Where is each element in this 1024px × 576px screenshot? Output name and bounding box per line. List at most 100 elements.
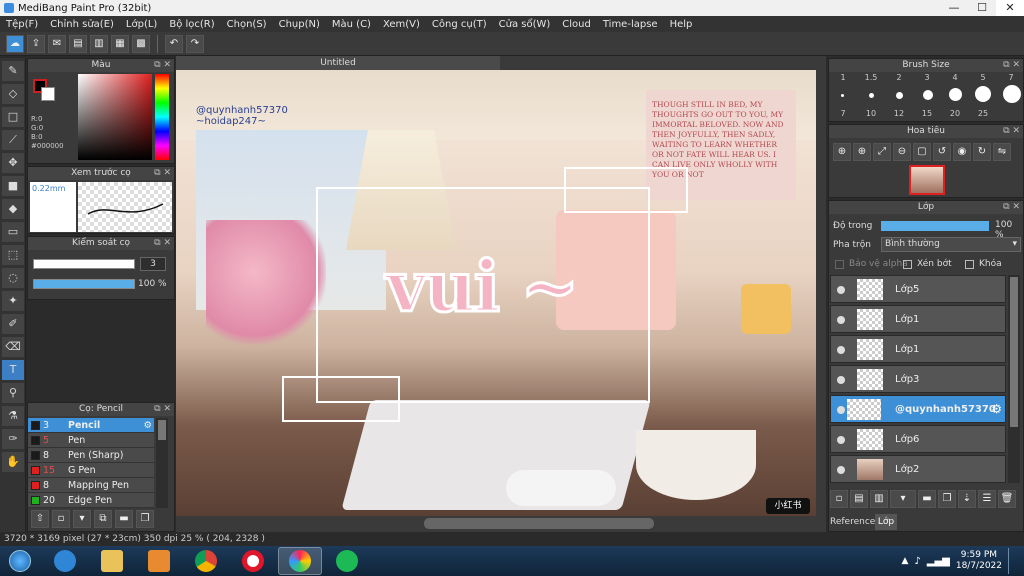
clock[interactable]: 9:59 PM 18/7/2022 <box>956 550 1002 572</box>
layer-row[interactable]: Lớp1 <box>830 305 1006 333</box>
brush-item[interactable]: 5 Pen <box>28 433 154 448</box>
bucket-icon[interactable]: ◆ <box>2 199 24 219</box>
hue-slider[interactable] <box>155 74 169 160</box>
start-button[interactable] <box>0 547 40 575</box>
fill-rect-icon[interactable]: ■ <box>2 176 24 196</box>
taskbar-item-explorer[interactable] <box>90 547 134 575</box>
zoom-in-icon[interactable]: ⊕ <box>833 143 851 161</box>
line-tool-icon[interactable]: ⟋ <box>2 130 24 150</box>
layer-row[interactable]: Lớp2 <box>830 455 1006 483</box>
panel-close-icon[interactable]: ⧉ ✕ <box>154 403 171 416</box>
upload-icon[interactable]: ⇧ <box>31 510 49 528</box>
eye-icon[interactable] <box>837 376 845 384</box>
show-desktop-button[interactable] <box>1008 548 1018 574</box>
layer-settings-icon[interactable]: ☰ <box>978 490 996 508</box>
size-option[interactable]: 15 <box>915 109 939 118</box>
brush-size-slider[interactable] <box>33 259 135 269</box>
zoom-fit-icon[interactable]: ⊕ <box>853 143 871 161</box>
tab-layer[interactable]: Lớp <box>875 514 897 530</box>
undo-icon[interactable]: ↶ <box>165 34 183 53</box>
speaker-icon[interactable]: ♪ <box>914 556 920 567</box>
brush-list-scrollbar[interactable] <box>156 418 168 508</box>
comment-icon[interactable]: ✉ <box>48 34 66 53</box>
copy-brush-icon[interactable]: ⧉ <box>94 510 112 528</box>
cloud-icon[interactable]: ☁ <box>6 34 24 53</box>
add-brush-icon[interactable]: ▾ <box>73 510 91 528</box>
flip-icon[interactable]: ⇋ <box>993 143 1011 161</box>
tab-untitled[interactable]: Untitled <box>176 56 500 70</box>
doc-icon[interactable]: ▤ <box>69 34 87 53</box>
taskbar-item-opera[interactable] <box>231 547 275 575</box>
saturation-value-picker[interactable] <box>78 74 152 160</box>
canvas-artwork[interactable]: THOUGH STILL IN BED, MY THOUGHTS GO OUT … <box>176 70 816 516</box>
reset-view-icon[interactable]: ◉ <box>953 143 971 161</box>
layer-row[interactable]: Lớp1 <box>830 335 1006 363</box>
brush-size-field[interactable]: 3 <box>140 257 166 271</box>
taskbar-item-spotify[interactable] <box>325 547 369 575</box>
rotate-left-icon[interactable]: ↺ <box>933 143 951 161</box>
brush-item[interactable]: 15 G Pen <box>28 463 154 478</box>
panel-close-icon[interactable]: ⧉ ✕ <box>154 59 171 72</box>
menu-cloud[interactable]: Cloud <box>556 19 597 30</box>
menu-view[interactable]: Xem(V) <box>377 19 426 30</box>
brush-opacity-slider[interactable] <box>33 279 135 289</box>
background-swatch[interactable] <box>41 87 55 101</box>
eyedropper-icon[interactable]: ⚗ <box>2 406 24 426</box>
operation-tool-icon[interactable]: ⚲ <box>2 383 24 403</box>
lasso-icon[interactable]: ◌ <box>2 268 24 288</box>
taskbar-item-media[interactable] <box>137 547 181 575</box>
taskbar-item-chrome[interactable] <box>184 547 228 575</box>
menu-edit[interactable]: Chỉnh sửa(E) <box>44 19 120 30</box>
duplicate-icon[interactable]: ❐ <box>136 510 154 528</box>
navigator-thumbnail[interactable] <box>909 165 945 195</box>
layer-row[interactable]: Lớp3 <box>830 365 1006 393</box>
panel-close-icon[interactable]: ⧉ ✕ <box>1003 201 1020 214</box>
layer-row[interactable]: Lớp6 <box>830 425 1006 453</box>
eye-icon[interactable] <box>837 286 845 294</box>
network-icon[interactable]: ▂▄▆ <box>927 556 950 567</box>
tray-chevron-icon[interactable]: ▲ <box>901 556 908 566</box>
layer-list-scrollbar[interactable] <box>1008 275 1020 483</box>
select-rect-icon[interactable]: ⬚ <box>2 245 24 265</box>
menu-file[interactable]: Tệp(F) <box>0 19 44 30</box>
maximize-button[interactable]: ☐ <box>968 0 996 16</box>
hand-icon[interactable]: ✋ <box>2 452 24 472</box>
text-tool-icon[interactable]: T <box>2 360 24 380</box>
menu-snap[interactable]: Chụp(N) <box>273 19 326 30</box>
dropper-icon[interactable]: ✑ <box>2 429 24 449</box>
select-pen-icon[interactable]: ✐ <box>2 314 24 334</box>
brush-item[interactable]: 3 Pencil ⚙ <box>28 418 154 433</box>
merge-down-icon[interactable]: ⇣ <box>958 490 976 508</box>
size-option[interactable]: 1 <box>831 73 855 82</box>
menu-color[interactable]: Màu (C) <box>326 19 377 30</box>
size-option[interactable]: 2 <box>887 73 911 82</box>
close-button[interactable]: ✕ <box>996 0 1024 16</box>
size-option[interactable]: 7 <box>999 73 1023 82</box>
blend-mode-select[interactable]: Bình thường ▾ <box>881 237 1021 252</box>
scroll-thumb[interactable] <box>424 518 654 529</box>
menu-filter[interactable]: Bộ lọc(R) <box>163 19 220 30</box>
minimize-button[interactable]: — <box>940 0 968 16</box>
new-halftone-layer-icon[interactable]: ▤ <box>850 490 868 508</box>
layer-row[interactable]: Lớp5 <box>830 275 1006 303</box>
brush-item[interactable]: 8 Pen (Sharp) <box>28 448 154 463</box>
rect-tool-icon[interactable]: □ <box>2 107 24 127</box>
panel-close-icon[interactable]: ⧉ ✕ <box>154 237 171 250</box>
size-option[interactable]: 3 <box>915 73 939 82</box>
panel-close-icon[interactable]: ⧉ ✕ <box>1003 59 1020 72</box>
new-brush-icon[interactable]: ▫ <box>52 510 70 528</box>
protect-alpha-checkbox[interactable] <box>835 260 844 269</box>
duplicate-layer-icon[interactable]: ❐ <box>938 490 956 508</box>
menu-tools[interactable]: Công cụ(T) <box>426 19 493 30</box>
redo-icon[interactable]: ↷ <box>186 34 204 53</box>
size-option[interactable]: 25 <box>971 109 995 118</box>
menu-help[interactable]: Help <box>664 19 699 30</box>
new-layer-icon[interactable]: ▫ <box>830 490 848 508</box>
size-option[interactable]: 10 <box>859 109 883 118</box>
size-option[interactable]: 12 <box>887 109 911 118</box>
gear-icon[interactable]: ⚙ <box>143 418 152 433</box>
magic-wand-icon[interactable]: ✦ <box>2 291 24 311</box>
eye-icon[interactable] <box>837 436 845 444</box>
layer-opacity-slider[interactable] <box>881 221 989 231</box>
brush-item[interactable]: 8 Mapping Pen <box>28 478 154 493</box>
